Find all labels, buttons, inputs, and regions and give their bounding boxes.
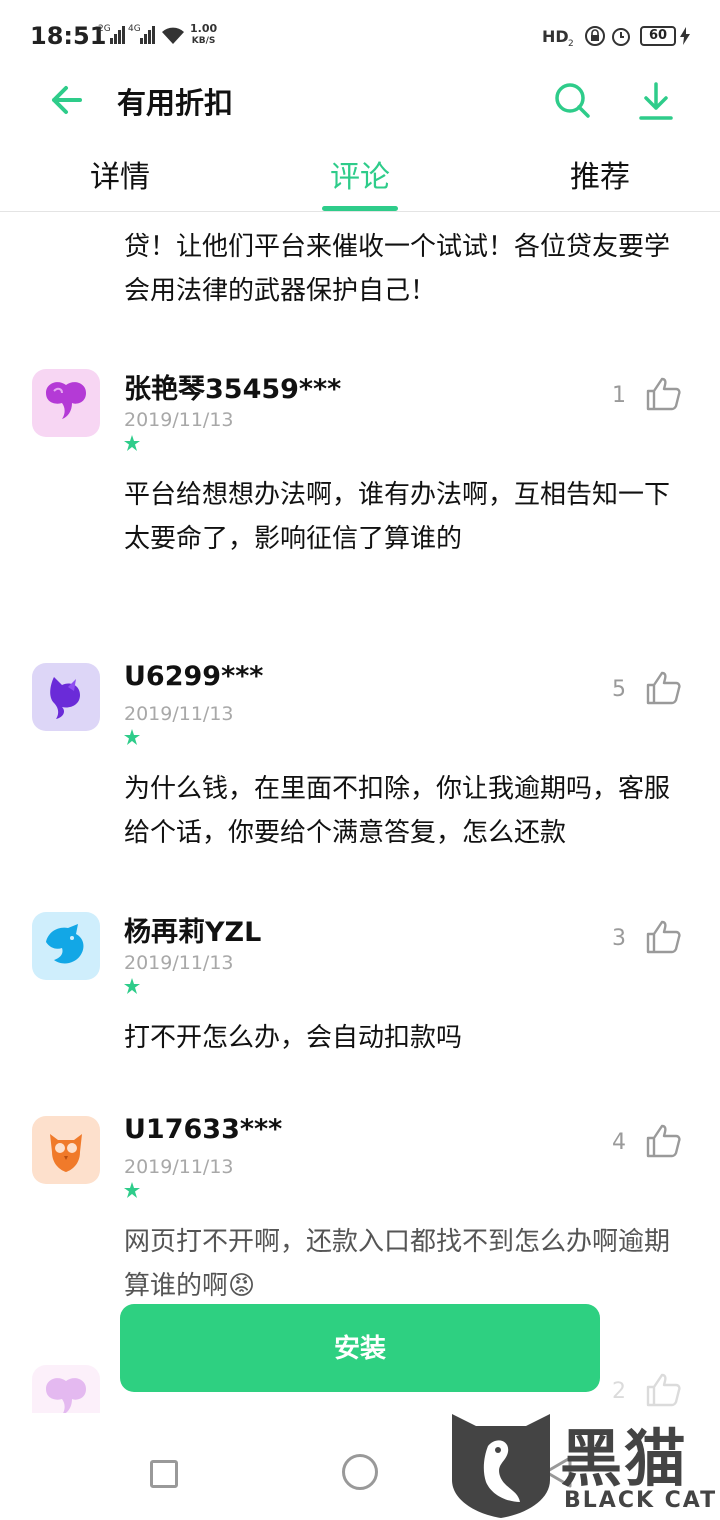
reviewer-name: 张艳琴35459*** — [124, 374, 342, 405]
thumbs-up-icon[interactable] — [644, 375, 682, 413]
tab-reviews[interactable]: 评论 — [300, 152, 420, 196]
tab-bar: 详情 评论 推荐 — [0, 140, 720, 212]
review-text: 为什么钱，在里面不扣除，你让我逾期吗，客服给个话，你要给个满意答复，怎么还款 — [124, 774, 671, 848]
reviewer-name: U6299*** — [124, 661, 264, 692]
watermark-cn: 黑猫 — [560, 1422, 689, 1495]
install-button[interactable]: 安装 — [120, 1304, 600, 1392]
home-button[interactable] — [342, 1454, 378, 1490]
avatar — [32, 369, 100, 437]
hd-icon: HD 2 — [542, 27, 574, 48]
star-icon — [124, 978, 140, 994]
search-button[interactable] — [548, 76, 596, 124]
signal-sim1-icon: 2G — [98, 24, 128, 46]
app-bar: 有用折扣 — [0, 70, 720, 130]
recent-apps-button[interactable] — [150, 1460, 178, 1488]
battery-icon: 60 — [640, 26, 676, 46]
avatar — [32, 1365, 100, 1413]
net-speed: 1.00 KB/S — [190, 22, 218, 47]
download-button[interactable] — [632, 76, 680, 124]
svg-text:2: 2 — [568, 39, 574, 48]
star-icon — [124, 729, 140, 745]
thumbs-up-icon[interactable] — [644, 669, 682, 707]
review-date: 2019/11/13 — [124, 409, 234, 431]
watermark-en: BLACK CAT — [564, 1488, 718, 1513]
like-count: 3 — [612, 926, 626, 951]
thumbs-up-icon[interactable] — [644, 1122, 682, 1160]
review-date: 2019/11/13 — [124, 952, 234, 974]
avatar — [32, 912, 100, 980]
owl-app-icon — [50, 1134, 82, 1172]
review-text: 网页打不开啊，还款入口都找不到怎么办啊逾期算谁的啊😡 — [124, 1227, 671, 1301]
reviews-list[interactable]: 贷！让他们平台来催收一个试试！各位贷友要学会用法律的武器保护自己！ 张艳琴354… — [0, 213, 720, 1413]
star-icon — [124, 435, 140, 451]
tab-indicator — [322, 206, 398, 211]
review-text-partial: 贷！让他们平台来催收一个试试！各位贷友要学会用法律的武器保护自己！ — [124, 232, 671, 306]
status-bar: 18:51 2G 4G 1.00 KB/S HD 2 60 — [0, 0, 720, 70]
cat-app-icon — [50, 677, 80, 719]
elephant-app-icon — [46, 382, 86, 419]
download-icon — [639, 82, 673, 120]
review-text: 打不开怎么办，会自动扣款吗 — [124, 1023, 463, 1053]
tab-details[interactable]: 详情 — [60, 152, 180, 196]
reviewer-name: 杨再莉YZL — [124, 917, 262, 948]
alarm-icon — [612, 28, 630, 46]
avatar — [32, 663, 100, 731]
review-date: 2019/11/13 — [124, 703, 234, 725]
reviewer-name: U17633*** — [124, 1114, 283, 1145]
charging-icon — [680, 27, 690, 45]
like-count: 5 — [612, 677, 626, 702]
search-icon — [555, 83, 590, 118]
thumbs-up-icon[interactable] — [644, 918, 682, 956]
back-button[interactable] — [44, 76, 92, 124]
wolf-app-icon — [46, 924, 84, 964]
like-count: 1 — [612, 383, 626, 408]
elephant-app-icon — [46, 1378, 86, 1413]
lock-rotation-icon — [585, 26, 605, 46]
wifi-icon — [162, 27, 184, 44]
signal-sim2-icon: 4G — [128, 24, 158, 46]
tab-recommended[interactable]: 推荐 — [540, 152, 660, 196]
svg-text:HD: HD — [542, 27, 569, 46]
arrow-left-icon — [52, 86, 82, 114]
review-text: 平台给想想办法啊，谁有办法啊，互相告知一下 太要命了，影响征信了算谁的 — [124, 480, 671, 554]
black-cat-logo-icon — [452, 1414, 550, 1518]
status-time: 18:51 — [30, 22, 107, 50]
avatar — [32, 1116, 100, 1184]
review-date: 2019/11/13 — [124, 1156, 234, 1178]
watermark: 黑猫 BLACK CAT — [448, 1400, 720, 1520]
star-icon — [124, 1182, 140, 1198]
like-count: 4 — [612, 1130, 626, 1155]
page-title: 有用折扣 — [117, 86, 234, 120]
